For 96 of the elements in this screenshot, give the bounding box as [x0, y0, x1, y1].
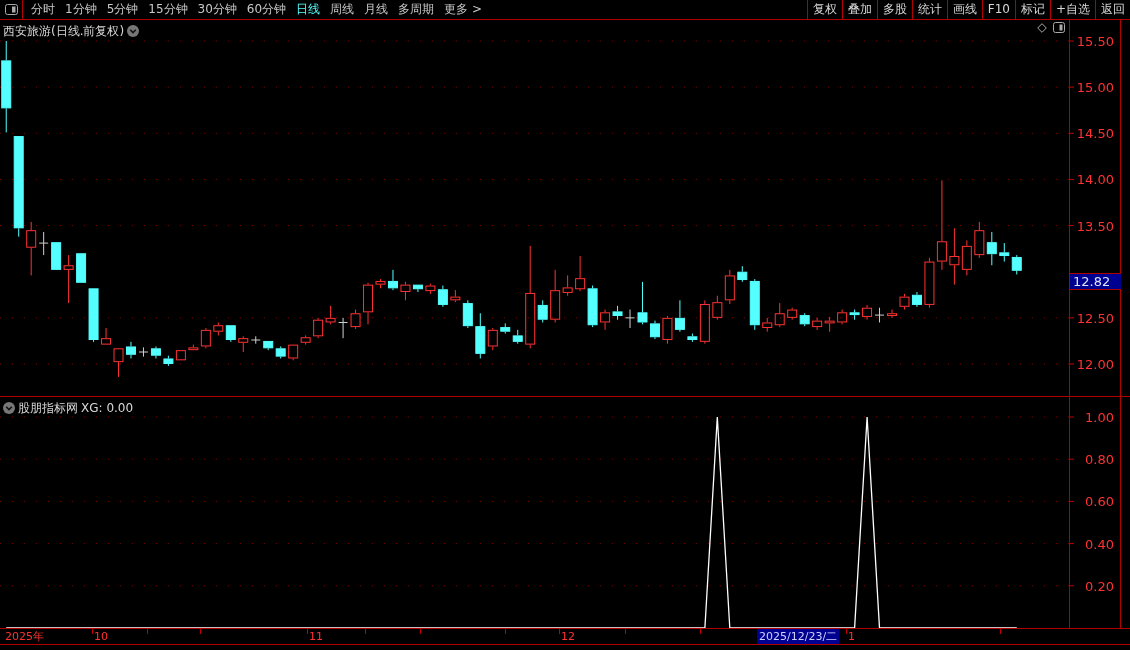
candlestick — [999, 242, 1010, 263]
axis-label: 15.50 — [1076, 34, 1114, 49]
axis-label: 12.50 — [1076, 310, 1114, 326]
period-tab[interactable]: 分时 — [26, 0, 60, 19]
candlestick — [500, 322, 511, 335]
candlestick — [749, 278, 760, 331]
axis-label: 0.80 — [1085, 452, 1114, 468]
candlestick — [338, 317, 349, 339]
date-label: 10 — [93, 629, 109, 644]
candlestick — [101, 327, 112, 345]
candlestick — [387, 269, 398, 291]
panel-toggle-icon[interactable] — [1053, 22, 1065, 33]
axis-label: 14.50 — [1076, 126, 1114, 142]
candlestick — [150, 345, 161, 359]
date-label: 12 — [560, 629, 576, 644]
candlestick — [911, 291, 922, 308]
date-label: 2025年 — [4, 629, 45, 644]
candlestick — [125, 341, 136, 359]
axis-label: 15.00 — [1076, 80, 1114, 96]
toolbar-button[interactable]: 复权 — [806, 0, 842, 19]
candlestick — [300, 334, 311, 346]
candlestick — [88, 288, 99, 343]
candlestick — [799, 312, 810, 327]
date-label: 2025/12/23/二 — [757, 629, 840, 644]
candlestick — [1, 40, 12, 133]
period-tab[interactable]: 月线 — [359, 0, 394, 19]
diamond-icon[interactable] — [1037, 22, 1047, 33]
chevron-down-icon[interactable] — [127, 25, 140, 37]
chart-title: 西安旅游(日线.前复权) — [3, 23, 125, 40]
candlestick — [38, 231, 49, 256]
candlestick — [699, 299, 710, 345]
candlestick — [225, 325, 236, 343]
candlestick — [437, 285, 448, 308]
toolbar-button[interactable]: 多股 — [876, 0, 912, 19]
toolbar-button[interactable]: 标记 — [1014, 0, 1050, 19]
candlestick — [313, 317, 324, 339]
candlestick — [961, 239, 972, 276]
current-price-label: 12.82 — [1070, 273, 1121, 290]
candlestick — [51, 242, 62, 270]
candlestick — [625, 309, 636, 329]
candlestick — [737, 265, 748, 283]
candlestick — [575, 255, 586, 292]
candlestick — [113, 348, 124, 378]
candlestick — [712, 295, 723, 321]
candlestick — [263, 340, 274, 351]
toolbar-button[interactable]: 叠加 — [841, 0, 877, 19]
period-tab[interactable]: 1分钟 — [60, 0, 102, 19]
panel-toggle-icon[interactable] — [4, 4, 18, 15]
candlestick — [13, 136, 24, 238]
axis-label: 0.40 — [1085, 536, 1114, 552]
candlestick — [63, 254, 74, 304]
candlestick — [837, 309, 848, 325]
candlestick — [949, 227, 960, 286]
period-tab[interactable]: 多周期 — [393, 0, 440, 19]
chevron-down-icon[interactable] — [3, 402, 15, 414]
axis-label: 13.50 — [1076, 218, 1114, 234]
candlestick — [887, 309, 898, 319]
candlestick — [974, 221, 985, 259]
toolbar-button[interactable]: F10 — [981, 0, 1015, 19]
period-tab[interactable]: 15分钟 — [143, 0, 193, 19]
period-tab[interactable]: 日线 — [291, 0, 326, 19]
period-tab[interactable]: 5分钟 — [101, 0, 144, 19]
axis-label: 14.00 — [1076, 172, 1114, 188]
period-tab[interactable]: 30分钟 — [192, 0, 242, 19]
axis-label: 1.00 — [1085, 410, 1114, 425]
date-label: 11 — [308, 629, 324, 644]
axis-label: 12.00 — [1076, 357, 1114, 372]
candlestick — [412, 284, 423, 293]
toolbar-button[interactable]: 返回 — [1095, 0, 1130, 19]
period-tab[interactable]: 更多 > — [439, 0, 487, 19]
period-tab[interactable]: 60分钟 — [241, 0, 292, 19]
candlestick — [175, 350, 186, 361]
candlestick — [462, 299, 473, 329]
candlestick — [238, 335, 249, 353]
candlestick — [674, 299, 685, 333]
candlestick — [662, 315, 673, 345]
candlestick — [76, 253, 87, 283]
toolbar-button[interactable]: 统计 — [911, 0, 947, 19]
axis-label: 0.20 — [1085, 578, 1114, 594]
candlestick — [26, 221, 37, 276]
candlestick — [600, 309, 611, 331]
toolbar-button[interactable]: +自选 — [1049, 0, 1095, 19]
candlestick — [986, 231, 997, 266]
candlestick — [363, 282, 374, 325]
candlestick — [562, 274, 573, 297]
indicator-name: 股朋指标网 — [18, 400, 78, 417]
candlestick — [774, 302, 785, 328]
candlestick — [862, 304, 873, 321]
period-tab[interactable]: 周线 — [325, 0, 360, 19]
candlestick — [649, 320, 660, 340]
candlestick — [936, 179, 947, 271]
axis-label: 0.60 — [1085, 494, 1114, 510]
candlestick — [450, 289, 461, 303]
date-label: 1 — [847, 629, 856, 644]
toolbar-button[interactable]: 画线 — [946, 0, 982, 19]
indicator-reading: XG: 0.00 — [81, 400, 134, 417]
